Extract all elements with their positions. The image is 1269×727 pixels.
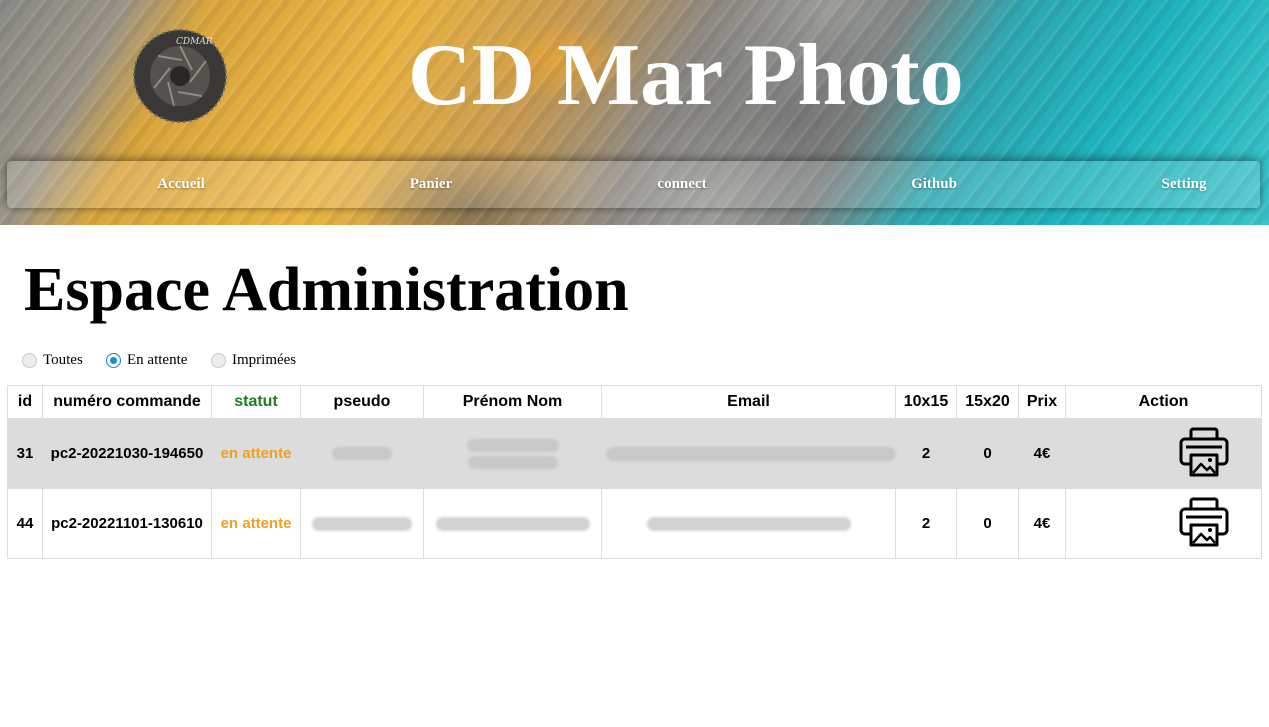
svg-text:CDMAR: CDMAR — [176, 37, 213, 47]
cell-email-redacted — [601, 418, 896, 489]
col-header-price: Prix — [1018, 385, 1066, 419]
aperture-logo-icon[interactable]: CDMAR — [132, 26, 228, 126]
cell-status: en attente — [211, 488, 301, 559]
cell-name-redacted — [423, 488, 602, 559]
col-header-email: Email — [601, 385, 896, 419]
cell-name-redacted — [423, 418, 602, 489]
nav-connect-link[interactable]: connect — [657, 161, 706, 208]
radio-toutes[interactable] — [22, 353, 37, 368]
filter-toutes[interactable]: Toutes — [22, 352, 83, 369]
col-header-action: Action — [1065, 385, 1262, 419]
orders-table: id numéro commande statut pseudo Prénom … — [7, 385, 1262, 559]
cell-id: 31 — [7, 418, 43, 489]
printer-photo-icon — [1179, 497, 1228, 546]
cell-action — [1065, 488, 1262, 559]
site-header: CDMAR CD Mar Photo Accueil Panier connec… — [0, 0, 1269, 225]
cell-action — [1065, 418, 1262, 489]
table-header-row: id numéro commande statut pseudo Prénom … — [7, 385, 1262, 419]
nav-setting-link[interactable]: Setting — [1162, 161, 1207, 208]
filter-en-attente[interactable]: En attente — [106, 352, 187, 369]
cell-10x15: 2 — [895, 418, 957, 489]
main-navbar: Accueil Panier connect Github Setting — [7, 161, 1260, 208]
col-header-15x20: 15x20 — [956, 385, 1019, 419]
page-title: Espace Administration — [24, 256, 629, 324]
cell-pseudo-redacted — [300, 418, 424, 489]
col-header-order-number: numéro commande — [42, 385, 212, 419]
cell-order-number: pc2-20221030-194650 — [42, 418, 212, 489]
printer-photo-icon — [1179, 427, 1228, 476]
col-header-pseudo: pseudo — [300, 385, 424, 419]
print-button[interactable] — [1178, 426, 1230, 482]
cell-15x20: 0 — [956, 418, 1019, 489]
cell-id: 44 — [7, 488, 43, 559]
nav-github-link[interactable]: Github — [911, 161, 957, 208]
cell-price: 4€ — [1018, 488, 1066, 559]
cell-pseudo-redacted — [300, 488, 424, 559]
col-header-id: id — [7, 385, 43, 419]
col-header-name: Prénom Nom — [423, 385, 602, 419]
radio-en-attente[interactable] — [106, 353, 121, 368]
radio-imprimees[interactable] — [211, 353, 226, 368]
print-button[interactable] — [1178, 496, 1230, 552]
filter-imprimees[interactable]: Imprimées — [211, 352, 296, 369]
col-header-10x15: 10x15 — [895, 385, 957, 419]
table-row: 44 pc2-20221101-130610 en attente 2 0 4€ — [7, 488, 1262, 559]
filter-toutes-label: Toutes — [43, 352, 83, 368]
cell-order-number: pc2-20221101-130610 — [42, 488, 212, 559]
filter-imprimees-label: Imprimées — [232, 352, 297, 368]
cell-15x20: 0 — [956, 488, 1019, 559]
cell-10x15: 2 — [895, 488, 957, 559]
cell-price: 4€ — [1018, 418, 1066, 489]
cell-email-redacted — [601, 488, 896, 559]
table-row: 31 pc2-20221030-194650 en attente 2 0 4€ — [7, 418, 1262, 489]
site-title: CD Mar Photo — [408, 27, 964, 124]
filter-en-attente-label: En attente — [127, 352, 188, 368]
nav-panier-link[interactable]: Panier — [410, 161, 453, 208]
cell-status: en attente — [211, 418, 301, 489]
col-header-status: statut — [211, 385, 301, 419]
nav-accueil-link[interactable]: Accueil — [157, 161, 204, 208]
